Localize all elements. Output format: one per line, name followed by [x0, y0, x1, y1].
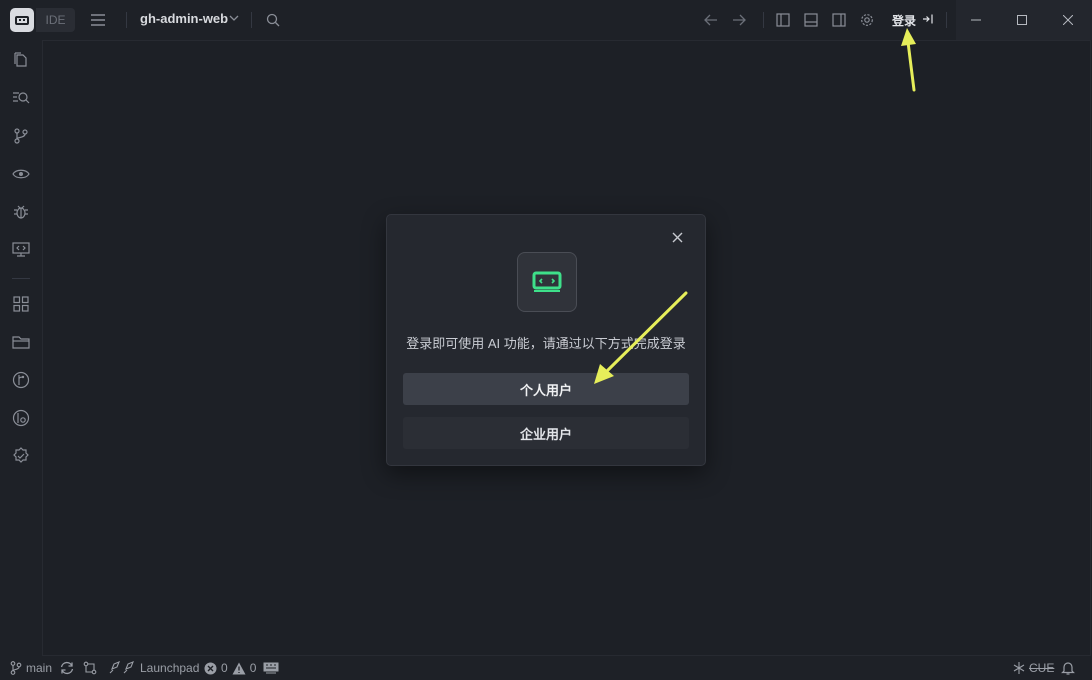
hamburger-menu-icon[interactable]: [88, 10, 108, 30]
git-branch-icon: [10, 661, 22, 675]
login-button[interactable]: 登录: [888, 9, 938, 31]
encoding-indicator[interactable]: CUE: [1013, 661, 1054, 675]
window-controls: [956, 0, 1092, 40]
arrow-left-icon[interactable]: [701, 10, 721, 30]
git-graph-icon[interactable]: [11, 370, 31, 390]
problems-indicator[interactable]: 0 0: [204, 661, 256, 675]
pipeline-settings-icon[interactable]: [11, 408, 31, 428]
branch-indicator[interactable]: main: [10, 661, 52, 675]
gear-icon[interactable]: [857, 10, 877, 30]
maximize-icon[interactable]: [1012, 10, 1032, 30]
sign-in-icon: [922, 13, 934, 28]
app-logo-icon[interactable]: [10, 8, 34, 32]
divider: [12, 278, 30, 279]
search-files-icon[interactable]: [11, 88, 31, 108]
eye-preview-icon[interactable]: [11, 164, 31, 184]
login-dialog: 登录即可使用 AI 功能，请通过以下方式完成登录 个人用户 企业用户: [386, 214, 706, 466]
login-prompt-message: 登录即可使用 AI 功能，请通过以下方式完成登录: [406, 336, 686, 351]
launchpad-label: Launchpad: [140, 661, 200, 675]
extensions-grid-icon[interactable]: [11, 294, 31, 314]
sync-icon[interactable]: [59, 661, 75, 675]
project-switcher[interactable]: gh-admin-web: [140, 11, 228, 26]
folder-icon[interactable]: [11, 332, 31, 352]
launchpad-item[interactable]: Launchpad: [108, 661, 199, 675]
bell-notification-icon[interactable]: [1061, 661, 1075, 675]
divider: [763, 12, 764, 28]
ide-badge: IDE: [36, 8, 75, 32]
branch-name: main: [26, 661, 53, 675]
encoding-label: CUE: [1029, 661, 1055, 675]
activity-bar: [0, 40, 42, 656]
source-control-icon[interactable]: [11, 126, 31, 146]
personal-user-button[interactable]: 个人用户: [403, 373, 689, 405]
search-icon[interactable]: [264, 11, 282, 29]
minimize-icon[interactable]: [966, 10, 986, 30]
toggle-left-panel-icon[interactable]: [773, 10, 793, 30]
terminal-message-icon[interactable]: [263, 661, 279, 675]
warning-icon: [232, 662, 246, 674]
remote-monitor-icon[interactable]: [11, 240, 31, 260]
rocket-icon: [109, 661, 134, 674]
arrow-right-icon[interactable]: [729, 10, 749, 30]
login-label: 登录: [892, 13, 917, 28]
debug-bug-icon[interactable]: [11, 202, 31, 222]
divider: [251, 12, 252, 28]
error-count: 0: [221, 661, 228, 675]
warning-count: 0: [249, 661, 257, 675]
explorer-files-icon[interactable]: [11, 50, 31, 70]
toggle-bottom-panel-icon[interactable]: [801, 10, 821, 30]
chevron-down-icon[interactable]: [228, 12, 240, 24]
asterisk-icon: [1013, 662, 1025, 674]
close-dialog-icon[interactable]: [669, 229, 685, 245]
check-badge-icon[interactable]: [11, 446, 31, 466]
divider: [946, 12, 947, 28]
status-bar: main Launchpad 0 0 CUE: [0, 656, 1092, 680]
toggle-right-panel-icon[interactable]: [829, 10, 849, 30]
error-icon: [204, 662, 217, 674]
title-bar: IDE gh-admin-web 登录: [0, 0, 1092, 40]
ai-assistant-logo-icon: [517, 252, 577, 312]
git-compare-icon[interactable]: [83, 661, 97, 675]
enterprise-user-button[interactable]: 企业用户: [403, 417, 689, 449]
divider: [126, 12, 127, 28]
close-window-icon[interactable]: [1058, 10, 1078, 30]
